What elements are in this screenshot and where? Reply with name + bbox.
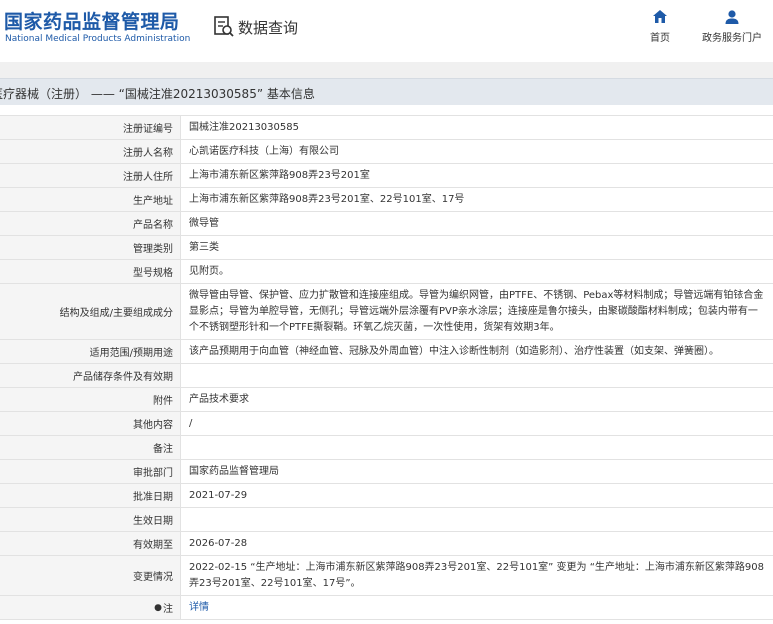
- details-link[interactable]: 详情: [189, 600, 209, 616]
- bulb-icon: ●: [154, 602, 162, 613]
- row-label: 注册证编号: [0, 116, 181, 139]
- row-value: 心凯诺医疗科技（上海）有限公司: [189, 145, 339, 157]
- row-label: 变更情况: [0, 556, 181, 595]
- row-label: ● 注: [0, 596, 181, 619]
- row-label: 注册人住所: [0, 164, 181, 187]
- table-row: 备注: [0, 436, 773, 460]
- table-row: 型号规格 见附页。: [0, 260, 773, 284]
- record-title: 医疗器械（注册） —— “国械注准20213030585” 基本信息: [0, 87, 315, 101]
- user-icon: [723, 8, 741, 26]
- table-row: 生效日期: [0, 508, 773, 532]
- header-divider-band: [0, 62, 773, 78]
- row-label: 产品名称: [0, 212, 181, 235]
- row-value: 产品技术要求: [189, 393, 249, 405]
- row-value: 上海市浦东新区紫萍路908弄23号201室、22号101室、17号: [189, 193, 465, 205]
- row-value: [181, 436, 773, 459]
- nav-services-label: 政务服务门户: [702, 33, 762, 44]
- row-value: 2022-02-15 “生产地址：上海市浦东新区紫萍路908弄23号201室、2…: [189, 561, 764, 589]
- row-value: [181, 508, 773, 531]
- row-label: 型号规格: [0, 260, 181, 283]
- row-value: 上海市浦东新区紫萍路908弄23号201室: [189, 169, 370, 181]
- row-label: 产品储存条件及有效期: [0, 364, 181, 387]
- table-row: 结构及组成/主要组成成分 微导管由导管、保护管、应力扩散管和连接座组成。导管为编…: [0, 284, 773, 340]
- nav-home[interactable]: 首页: [644, 8, 676, 44]
- row-value: 微导管由导管、保护管、应力扩散管和连接座组成。导管为编织网管，由PTFE、不锈钢…: [189, 289, 764, 333]
- table-row: 有效期至 2026-07-28: [0, 532, 773, 556]
- row-label: 适用范围/预期用途: [0, 340, 181, 363]
- table-row: 变更情况 2022-02-15 “生产地址：上海市浦东新区紫萍路908弄23号2…: [0, 556, 773, 596]
- row-value: 2021-07-29: [189, 489, 248, 501]
- table-row: 附件 产品技术要求: [0, 388, 773, 412]
- record-title-bar: 医疗器械（注册） —— “国械注准20213030585” 基本信息: [0, 78, 773, 105]
- table-row: 生产地址 上海市浦东新区紫萍路908弄23号201室、22号101室、17号: [0, 188, 773, 212]
- row-label: 审批部门: [0, 460, 181, 483]
- row-value: 国械注准20213030585: [189, 121, 299, 133]
- document-search-icon: [213, 15, 235, 39]
- row-label: 管理类别: [0, 236, 181, 259]
- table-row: ● 注 详情: [0, 596, 773, 620]
- site-logo-chinese[interactable]: 国家药品监督管理局: [4, 7, 180, 34]
- row-label: 生产地址: [0, 188, 181, 211]
- site-header: 国家药品监督管理局 National Medical Products Admi…: [0, 0, 773, 62]
- nav-home-label: 首页: [650, 33, 670, 44]
- row-label: 生效日期: [0, 508, 181, 531]
- nav-services-portal[interactable]: 政务服务门户: [700, 8, 764, 44]
- row-value: 该产品预期用于向血管（神经血管、冠脉及外周血管）中注入诊断性制剂（如造影剂）、治…: [189, 345, 719, 357]
- row-value: /: [189, 417, 193, 429]
- table-row: 适用范围/预期用途 该产品预期用于向血管（神经血管、冠脉及外周血管）中注入诊断性…: [0, 340, 773, 364]
- table-row: 批准日期 2021-07-29: [0, 484, 773, 508]
- row-label: 附件: [0, 388, 181, 411]
- note-label: 注: [163, 604, 173, 615]
- home-icon: [651, 8, 669, 26]
- row-value: 详情: [181, 596, 773, 619]
- row-value: 微导管: [189, 217, 219, 229]
- spacer: [0, 105, 773, 115]
- table-row: 注册人住所 上海市浦东新区紫萍路908弄23号201室: [0, 164, 773, 188]
- row-label: 有效期至: [0, 532, 181, 555]
- row-label: 备注: [0, 436, 181, 459]
- table-row: 注册人名称 心凯诺医疗科技（上海）有限公司: [0, 140, 773, 164]
- table-row: 管理类别 第三类: [0, 236, 773, 260]
- table-row: 产品储存条件及有效期: [0, 364, 773, 388]
- table-row: 产品名称 微导管: [0, 212, 773, 236]
- row-value: 见附页。: [189, 265, 229, 277]
- site-logo-english[interactable]: National Medical Products Administration: [5, 34, 190, 44]
- row-value: 第三类: [189, 241, 219, 253]
- table-row: 审批部门 国家药品监督管理局: [0, 460, 773, 484]
- row-value: 国家药品监督管理局: [189, 465, 279, 477]
- table-row: 注册证编号 国械注准20213030585: [0, 116, 773, 140]
- row-label: 批准日期: [0, 484, 181, 507]
- row-label: 其他内容: [0, 412, 181, 435]
- data-query-title: 数据查询: [238, 18, 299, 37]
- table-row: 其他内容 /: [0, 412, 773, 436]
- row-label: 结构及组成/主要组成成分: [0, 284, 181, 339]
- row-value: 2026-07-28: [189, 537, 248, 549]
- row-label: 注册人名称: [0, 140, 181, 163]
- data-query-header: 数据查询: [213, 14, 298, 40]
- record-detail-table: 注册证编号 国械注准20213030585 注册人名称 心凯诺医疗科技（上海）有…: [0, 115, 773, 620]
- row-value: [181, 364, 773, 387]
